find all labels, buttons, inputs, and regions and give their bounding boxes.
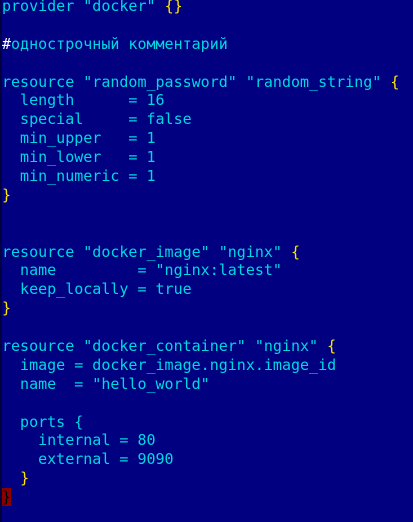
code-line[interactable]: ports { xyxy=(2,413,399,432)
code-text: provider "docker" xyxy=(2,0,165,15)
code-line[interactable]: length = 16 xyxy=(2,91,399,110)
code-text: external = 9090 xyxy=(2,450,174,469)
code-line[interactable] xyxy=(2,205,399,224)
brace: {} xyxy=(164,0,183,15)
code-line[interactable]: resource "random_password" "random_strin… xyxy=(2,73,399,92)
code-line[interactable]: name = "hello_world" xyxy=(2,375,399,394)
code-line[interactable] xyxy=(2,54,399,73)
matched-brace-cursor: } xyxy=(2,488,12,507)
code-text: internal = 80 xyxy=(2,431,156,450)
code-line[interactable] xyxy=(2,394,399,413)
brace: } xyxy=(2,185,12,204)
code-line[interactable]: } xyxy=(2,299,399,318)
code-text: min_lower = 1 xyxy=(2,148,156,167)
code-editor[interactable]: provider "docker" {} #однострочный комме… xyxy=(2,0,399,507)
brace: } xyxy=(2,299,12,318)
code-line[interactable]: provider "docker" {} xyxy=(2,0,399,16)
code-text: ports { xyxy=(2,412,84,431)
code-line[interactable]: } xyxy=(2,469,399,488)
code-text: min_upper = 1 xyxy=(2,129,156,148)
code-text: resource "random_password" "random_strin… xyxy=(2,72,391,91)
code-text: min_numeric = 1 xyxy=(2,167,156,186)
code-line[interactable]: min_numeric = 1 xyxy=(2,167,399,186)
code-text: name = "hello_world" xyxy=(2,374,210,393)
code-text: keep_locally = true xyxy=(2,280,192,299)
code-text: однострочный комментарий xyxy=(11,34,228,53)
brace: { xyxy=(390,72,400,91)
code-line[interactable]: min_lower = 1 xyxy=(2,148,399,167)
code-text: resource "docker_image" "nginx" xyxy=(2,242,291,261)
comment-hash: # xyxy=(2,34,12,53)
code-text: length = 16 xyxy=(2,91,165,110)
code-text: special = false xyxy=(2,110,192,129)
code-line[interactable]: #однострочный комментарий xyxy=(2,35,399,54)
code-line[interactable]: special = false xyxy=(2,110,399,129)
code-line[interactable]: internal = 80 xyxy=(2,431,399,450)
code-line[interactable] xyxy=(2,318,399,337)
code-line[interactable]: min_upper = 1 xyxy=(2,129,399,148)
code-text: name = "nginx:latest" xyxy=(2,261,282,280)
code-line[interactable]: keep_locally = true xyxy=(2,280,399,299)
code-line[interactable] xyxy=(2,16,399,35)
brace: { xyxy=(327,337,337,356)
code-line[interactable]: external = 9090 xyxy=(2,450,399,469)
code-line[interactable]: image = docker_image.nginx.image_id xyxy=(2,356,399,375)
code-text: image = docker_image.nginx.image_id xyxy=(2,355,337,374)
brace: } xyxy=(20,469,30,488)
brace: { xyxy=(290,242,301,261)
code-line[interactable] xyxy=(2,224,399,243)
code-line[interactable]: name = "nginx:latest" xyxy=(2,261,399,280)
code-line[interactable]: resource "docker_image" "nginx" { xyxy=(2,243,399,262)
code-text: resource "docker_container" "nginx" xyxy=(2,337,328,356)
code-line[interactable]: } xyxy=(2,186,399,205)
code-line[interactable]: } xyxy=(2,488,399,507)
code-line[interactable]: resource "docker_container" "nginx" { xyxy=(2,337,399,356)
